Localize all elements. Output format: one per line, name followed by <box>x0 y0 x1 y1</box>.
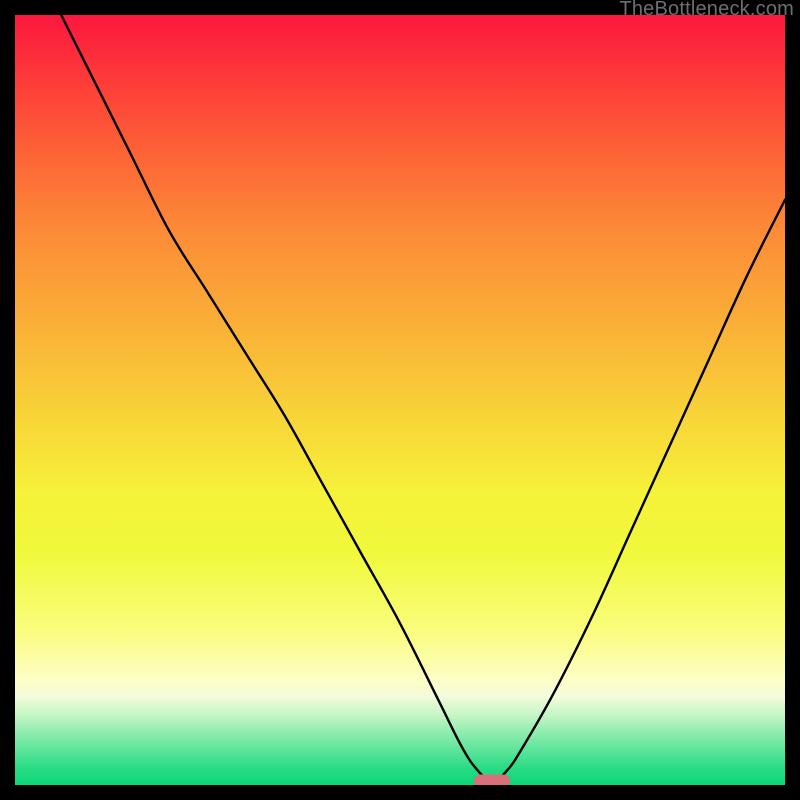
source-watermark: TheBottleneck.com <box>619 0 794 21</box>
plot-area <box>15 15 785 785</box>
chart-frame: TheBottleneck.com <box>0 0 800 800</box>
minimum-point-marker <box>474 775 510 785</box>
curve-layer <box>15 15 785 785</box>
bottleneck-curve <box>61 15 785 781</box>
